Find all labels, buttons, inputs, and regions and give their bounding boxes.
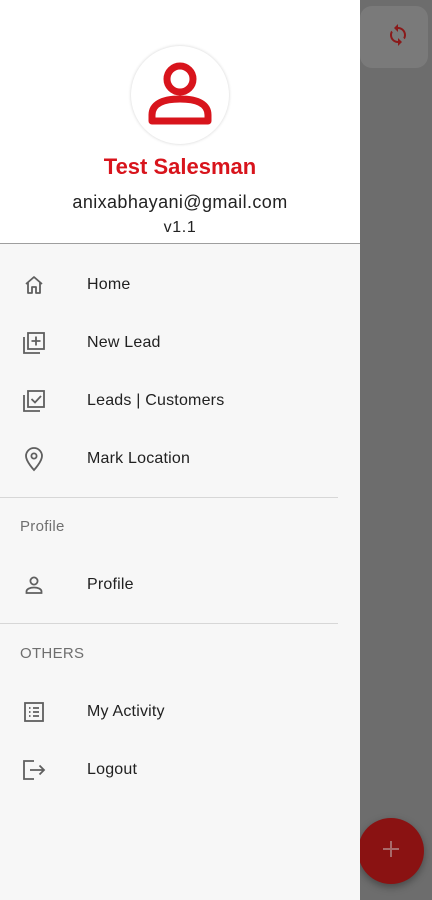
home-icon <box>20 271 48 299</box>
menu-item-new-lead[interactable]: New Lead <box>0 315 338 371</box>
divider <box>0 623 338 624</box>
sync-button[interactable] <box>360 6 428 68</box>
menu-item-home[interactable]: Home <box>0 257 338 313</box>
user-email: anixabhayani@gmail.com <box>72 192 288 212</box>
menu-item-logout[interactable]: Logout <box>0 742 338 798</box>
menu-item-profile[interactable]: Profile <box>0 557 338 613</box>
checklist-box-icon <box>20 387 48 415</box>
section-title-profile: Profile <box>20 518 65 535</box>
sync-icon <box>386 23 410 52</box>
menu-item-my-activity[interactable]: My Activity <box>0 684 338 740</box>
location-pin-icon <box>20 445 48 473</box>
menu-label-my-activity: My Activity <box>87 703 165 720</box>
menu-item-leads-customers[interactable]: Leads | Customers <box>0 373 338 429</box>
add-box-icon <box>20 329 48 357</box>
menu-label-profile: Profile <box>87 576 134 593</box>
user-name: Test Salesman <box>103 154 257 179</box>
add-fab-button[interactable] <box>358 818 424 884</box>
menu-label-home: Home <box>87 276 131 293</box>
person-outline-icon <box>20 571 48 599</box>
navigation-drawer: Test Salesman anixabhayani@gmail.com v1.… <box>0 0 360 900</box>
list-icon <box>20 698 48 726</box>
section-title-others: OTHERS <box>20 645 85 662</box>
menu-label-logout: Logout <box>87 761 138 778</box>
divider <box>0 497 338 498</box>
logout-icon <box>20 756 48 784</box>
avatar <box>131 46 229 144</box>
menu-label-mark-location: Mark Location <box>87 450 191 467</box>
plus-icon <box>380 838 402 865</box>
app-version: v1.1 <box>163 219 197 236</box>
menu-item-mark-location[interactable]: Mark Location <box>0 431 338 487</box>
menu-label-new-lead: New Lead <box>87 334 161 351</box>
person-icon <box>147 61 213 130</box>
drawer-header: Test Salesman anixabhayani@gmail.com v1.… <box>0 0 360 244</box>
menu-label-leads-customers: Leads | Customers <box>87 392 225 409</box>
